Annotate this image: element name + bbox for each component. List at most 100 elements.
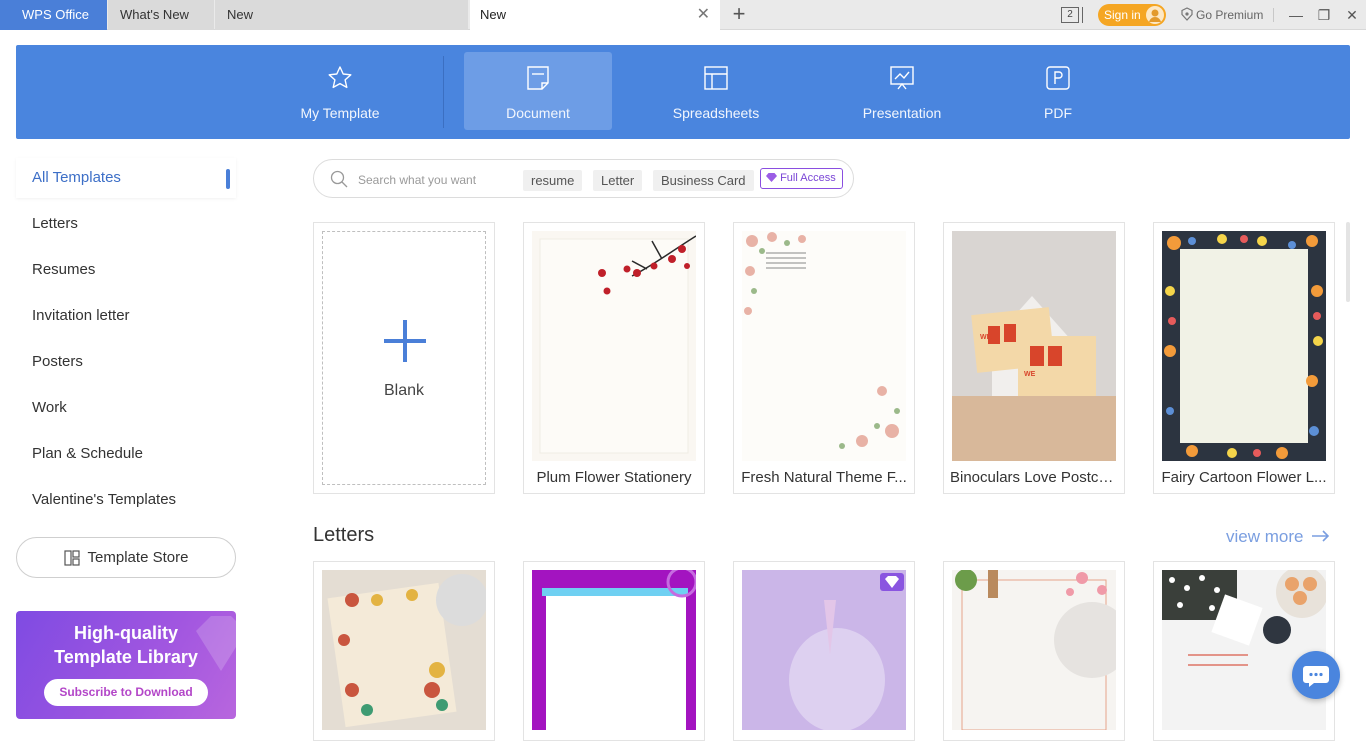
blank-label: Blank <box>383 382 425 399</box>
section-title-letters: Letters <box>313 524 375 546</box>
close-window-icon[interactable]: ✕ <box>1340 0 1364 30</box>
sidebar-item-valentines[interactable]: Valentine's Templates <box>16 480 236 520</box>
sidebar-item-label: All Templates <box>32 169 121 186</box>
category-document[interactable]: Document <box>464 52 612 130</box>
template-thumbnail <box>742 231 906 461</box>
template-thumbnail: WE WE <box>952 231 1116 461</box>
letter-template-card[interactable] <box>943 561 1125 741</box>
title-bar: WPS Office What's New New New ✕ + 2 Sign… <box>0 0 1366 30</box>
category-label: Presentation <box>862 105 942 121</box>
template-thumbnail <box>742 570 906 730</box>
arrow-right-icon <box>1312 530 1330 542</box>
sidebar-item-label: Valentine's Templates <box>32 491 177 508</box>
pdf-icon <box>1046 66 1070 90</box>
restore-icon[interactable]: ❐ <box>1312 0 1336 30</box>
category-label: Spreadsheets <box>672 105 760 121</box>
category-pdf[interactable]: PDF <box>984 52 1132 130</box>
category-presentation[interactable]: Presentation <box>828 52 976 130</box>
template-title: Fairy Cartoon Flower L... <box>1161 469 1327 486</box>
category-spreadsheets[interactable]: Spreadsheets <box>642 52 790 130</box>
sidebar-item-plan-schedule[interactable]: Plan & Schedule <box>16 434 236 474</box>
template-thumbnail <box>532 570 696 730</box>
letter-template-card[interactable] <box>313 561 495 741</box>
document-icon <box>527 66 549 90</box>
star-icon <box>328 66 352 89</box>
search-tag-resume[interactable]: resume <box>523 170 583 191</box>
window-count-icon <box>1079 7 1083 23</box>
category-label: My Template <box>300 105 380 121</box>
letter-template-card[interactable] <box>733 561 915 741</box>
template-title: Plum Flower Stationery <box>536 469 692 486</box>
category-bar: My Template Document Spreadsheets Presen… <box>16 45 1350 139</box>
active-indicator <box>226 169 230 189</box>
tab-wps-office[interactable]: WPS Office <box>0 0 107 30</box>
avatar <box>1146 6 1164 24</box>
close-tab-icon[interactable]: ✕ <box>697 0 710 30</box>
template-thumbnail <box>1162 231 1326 461</box>
spreadsheet-icon <box>704 66 728 90</box>
template-card[interactable]: Fresh Natural Theme F... <box>733 222 915 494</box>
sidebar-item-label: Resumes <box>32 261 96 278</box>
tab-label: New <box>480 7 507 22</box>
scrollbar[interactable] <box>1346 222 1350 302</box>
sidebar-item-label: Work <box>32 399 67 416</box>
sidebar-item-label: Plan & Schedule <box>32 445 143 462</box>
template-thumbnail <box>1162 570 1326 730</box>
blank-template-card[interactable]: Blank <box>313 222 495 494</box>
blank-thumbnail: Blank <box>322 231 486 485</box>
go-premium-button[interactable]: Go Premium <box>1180 0 1263 30</box>
chat-button[interactable] <box>1292 651 1340 699</box>
sidebar-item-label: Invitation letter <box>32 307 130 324</box>
category-label: PDF <box>1044 105 1072 121</box>
divider <box>443 56 444 128</box>
template-card[interactable]: Fairy Cartoon Flower L... <box>1153 222 1335 494</box>
promo-banner[interactable]: High-quality Template Library Subscribe … <box>16 611 236 719</box>
search-input[interactable] <box>356 168 520 192</box>
minimize-icon[interactable]: — <box>1284 0 1308 30</box>
template-title: Binoculars Love Postca... <box>950 469 1120 486</box>
tab-new-active[interactable]: New ✕ <box>470 0 720 30</box>
template-card[interactable]: Plum Flower Stationery <box>523 222 705 494</box>
tab-label: What's New <box>120 7 189 22</box>
template-store-icon <box>63 550 80 566</box>
view-more-link[interactable]: view more <box>1226 527 1330 547</box>
template-store-label: Template Store <box>87 549 189 566</box>
new-tab-icon[interactable]: + <box>729 0 749 30</box>
template-store-button[interactable]: Template Store <box>16 537 236 578</box>
chat-icon <box>1303 666 1329 687</box>
search-bar: resume Letter Business Card Full Access <box>313 159 854 198</box>
sidebar-item-posters[interactable]: Posters <box>16 342 236 382</box>
category-my-template[interactable]: My Template <box>266 52 414 130</box>
sidebar-item-label: Letters <box>32 215 78 232</box>
sidebar-item-letters[interactable]: Letters <box>16 204 236 244</box>
template-card[interactable]: WE WE Binoculars Love Postca... <box>943 222 1125 494</box>
promo-title-line: High-quality <box>74 623 178 643</box>
plus-icon <box>384 320 426 362</box>
template-thumbnail <box>532 231 696 461</box>
svg-text:WE: WE <box>1024 371 1036 378</box>
search-tag-business-card[interactable]: Business Card <box>653 170 754 191</box>
svg-text:WE: WE <box>980 334 992 341</box>
template-title: Fresh Natural Theme F... <box>741 469 907 486</box>
search-icon <box>330 170 348 188</box>
sign-in-label: Sign in <box>1104 8 1141 22</box>
tab-new[interactable]: New <box>215 0 468 30</box>
category-label: Document <box>506 105 570 121</box>
subscribe-button[interactable]: Subscribe to Download <box>44 679 208 706</box>
search-tag-letter[interactable]: Letter <box>593 170 643 191</box>
full-access-badge[interactable]: Full Access <box>760 168 843 189</box>
full-access-label: Full Access <box>780 172 836 184</box>
tab-label: WPS Office <box>22 7 89 22</box>
sidebar-item-work[interactable]: Work <box>16 388 236 428</box>
template-thumbnail <box>952 570 1116 730</box>
go-premium-label: Go Premium <box>1196 8 1264 22</box>
view-more-label: view more <box>1226 527 1304 546</box>
sign-in-button[interactable]: Sign in <box>1098 4 1166 26</box>
sidebar-item-label: Posters <box>32 353 83 370</box>
letter-template-card[interactable] <box>523 561 705 741</box>
tab-whats-new[interactable]: What's New <box>108 0 214 30</box>
window-count-badge[interactable]: 2 <box>1061 7 1079 23</box>
sidebar-item-all-templates[interactable]: All Templates <box>16 158 236 198</box>
sidebar-item-resumes[interactable]: Resumes <box>16 250 236 290</box>
sidebar-item-invitation-letter[interactable]: Invitation letter <box>16 296 236 336</box>
